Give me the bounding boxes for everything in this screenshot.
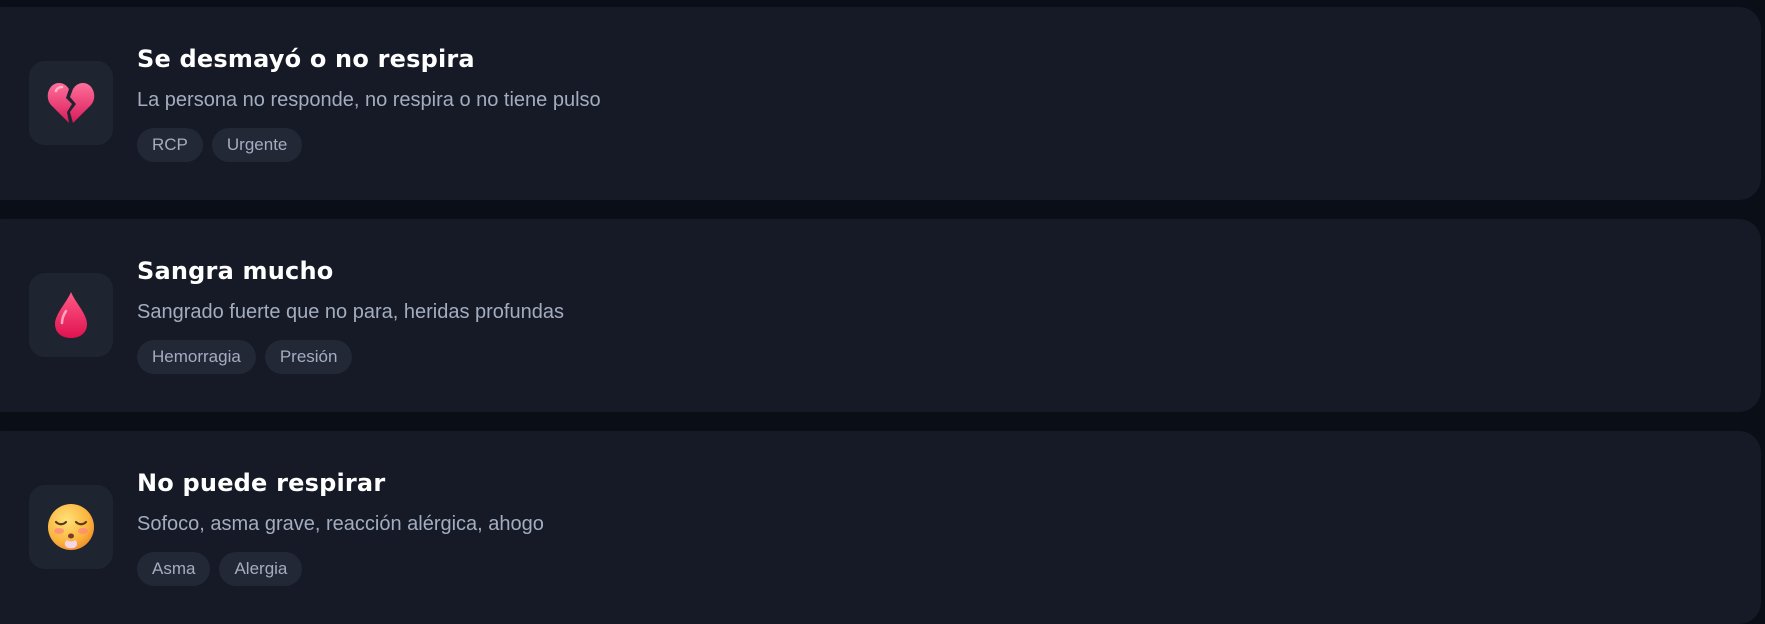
- tag-list: Asma Alergia: [137, 552, 303, 586]
- icon-tile: [29, 273, 113, 357]
- blood-drop-icon: [55, 292, 87, 338]
- exhaling-face-icon: [48, 504, 94, 550]
- emergency-description: La persona no responde, no respira o no …: [137, 89, 601, 111]
- tag-list: Hemorragia Presión: [137, 340, 353, 374]
- tag-chip: Alergia: [219, 552, 303, 586]
- tag-chip: Hemorragia: [137, 340, 256, 374]
- emergency-card-fainted[interactable]: Se desmayó o no respira La persona no re…: [0, 7, 1761, 200]
- tag-chip: Asma: [137, 552, 211, 586]
- tag-chip: RCP: [137, 128, 203, 162]
- emergency-title: Se desmayó o no respira: [137, 45, 475, 73]
- emergency-title: No puede respirar: [137, 469, 386, 497]
- tag-chip: Presión: [264, 340, 353, 374]
- broken-heart-icon: [47, 83, 95, 123]
- emergency-card-breathing[interactable]: No puede respirar Sofoco, asma grave, re…: [0, 431, 1761, 624]
- emergency-description: Sofoco, asma grave, reacción alérgica, a…: [137, 513, 544, 535]
- icon-tile: [29, 485, 113, 569]
- emergency-list: Se desmayó o no respira La persona no re…: [0, 0, 1765, 624]
- emergency-title: Sangra mucho: [137, 257, 334, 285]
- tag-chip: Urgente: [211, 128, 303, 162]
- emergency-description: Sangrado fuerte que no para, heridas pro…: [137, 301, 564, 323]
- emergency-card-bleeding[interactable]: Sangra mucho Sangrado fuerte que no para…: [0, 219, 1761, 412]
- icon-tile: [29, 61, 113, 145]
- tag-list: RCP Urgente: [137, 128, 303, 162]
